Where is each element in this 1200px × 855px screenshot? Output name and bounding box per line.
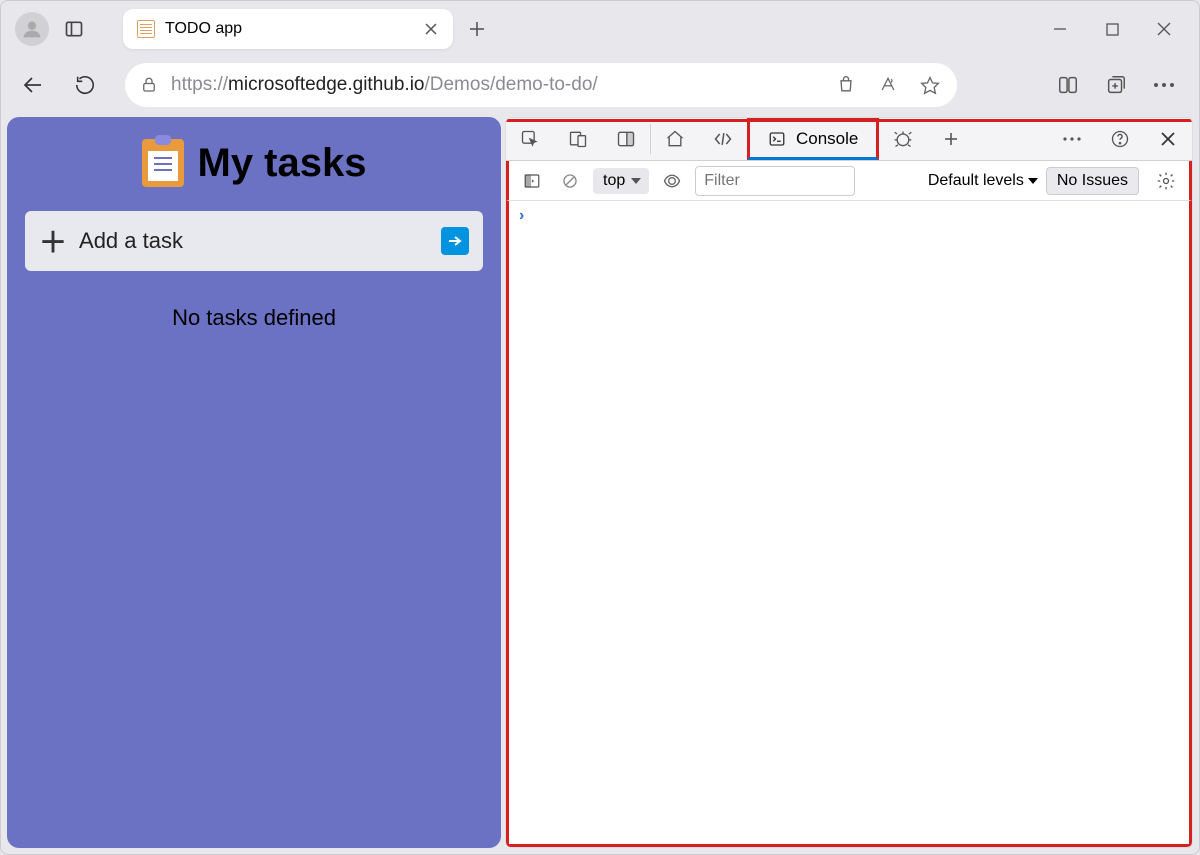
devtools-close-button[interactable] — [1144, 118, 1192, 160]
devtools-tabstrip: Console — [506, 118, 1192, 161]
toggle-sidebar-button[interactable] — [517, 166, 547, 196]
device-toolbar-button[interactable] — [554, 118, 602, 160]
profile-button[interactable] — [15, 12, 49, 46]
console-tab-label: Console — [796, 129, 858, 149]
window-minimize-button[interactable] — [1035, 9, 1085, 49]
console-settings-button[interactable] — [1151, 166, 1181, 196]
welcome-tab[interactable] — [651, 118, 699, 160]
address-bar[interactable]: https://microsoftedge.github.io/Demos/de… — [125, 63, 957, 107]
console-toolbar: top Default levels No Issues — [506, 161, 1192, 201]
window-close-button[interactable] — [1139, 9, 1189, 49]
submit-task-button[interactable] — [441, 227, 469, 255]
empty-state-text: No tasks defined — [17, 305, 491, 331]
new-tab-button[interactable] — [459, 11, 495, 47]
console-filter-input[interactable] — [695, 166, 855, 196]
more-tabs-button[interactable] — [927, 118, 975, 160]
console-output[interactable]: › — [506, 201, 1192, 847]
execution-context-dropdown[interactable]: top — [593, 168, 649, 194]
split-screen-button[interactable] — [1045, 62, 1091, 108]
log-levels-dropdown[interactable]: Default levels — [928, 172, 1038, 190]
plus-icon: ＋ — [39, 221, 67, 261]
devtools-more-button[interactable] — [1048, 118, 1096, 160]
console-icon — [768, 130, 786, 148]
tab-close-button[interactable] — [419, 17, 443, 41]
more-menu-button[interactable] — [1141, 62, 1187, 108]
back-button[interactable] — [13, 65, 53, 105]
page-title: My tasks — [198, 141, 367, 186]
live-expression-button[interactable] — [657, 166, 687, 196]
site-info-icon[interactable] — [135, 76, 163, 94]
address-bar-row: https://microsoftedge.github.io/Demos/de… — [1, 57, 1199, 113]
url-text[interactable]: https://microsoftedge.github.io/Demos/de… — [171, 74, 821, 96]
tab-actions-button[interactable] — [57, 12, 91, 46]
tab-favicon-icon — [137, 20, 155, 38]
read-aloud-icon[interactable] — [871, 68, 905, 102]
issues-tab-icon[interactable] — [879, 118, 927, 160]
issues-button[interactable]: No Issues — [1046, 167, 1139, 195]
elements-tab[interactable] — [699, 118, 747, 160]
devtools-help-button[interactable] — [1096, 118, 1144, 160]
console-prompt-icon[interactable]: › — [509, 201, 1189, 231]
console-tab[interactable]: Console — [747, 118, 879, 160]
devtools-panel: Console — [505, 117, 1193, 848]
browser-titlebar: TODO app — [1, 1, 1199, 57]
clipboard-icon — [142, 139, 184, 187]
collections-button[interactable] — [1093, 62, 1139, 108]
refresh-button[interactable] — [65, 65, 105, 105]
tab-title: TODO app — [165, 20, 409, 38]
clear-console-button[interactable] — [555, 166, 585, 196]
page-viewport: My tasks ＋ Add a task No tasks defined — [7, 117, 501, 848]
inspect-element-button[interactable] — [506, 118, 554, 160]
add-task-placeholder: Add a task — [79, 228, 183, 254]
window-maximize-button[interactable] — [1087, 9, 1137, 49]
favorite-icon[interactable] — [913, 68, 947, 102]
add-task-input[interactable]: ＋ Add a task — [25, 211, 483, 271]
shopping-icon[interactable] — [829, 68, 863, 102]
dock-side-button[interactable] — [602, 118, 650, 160]
browser-tab[interactable]: TODO app — [123, 9, 453, 49]
